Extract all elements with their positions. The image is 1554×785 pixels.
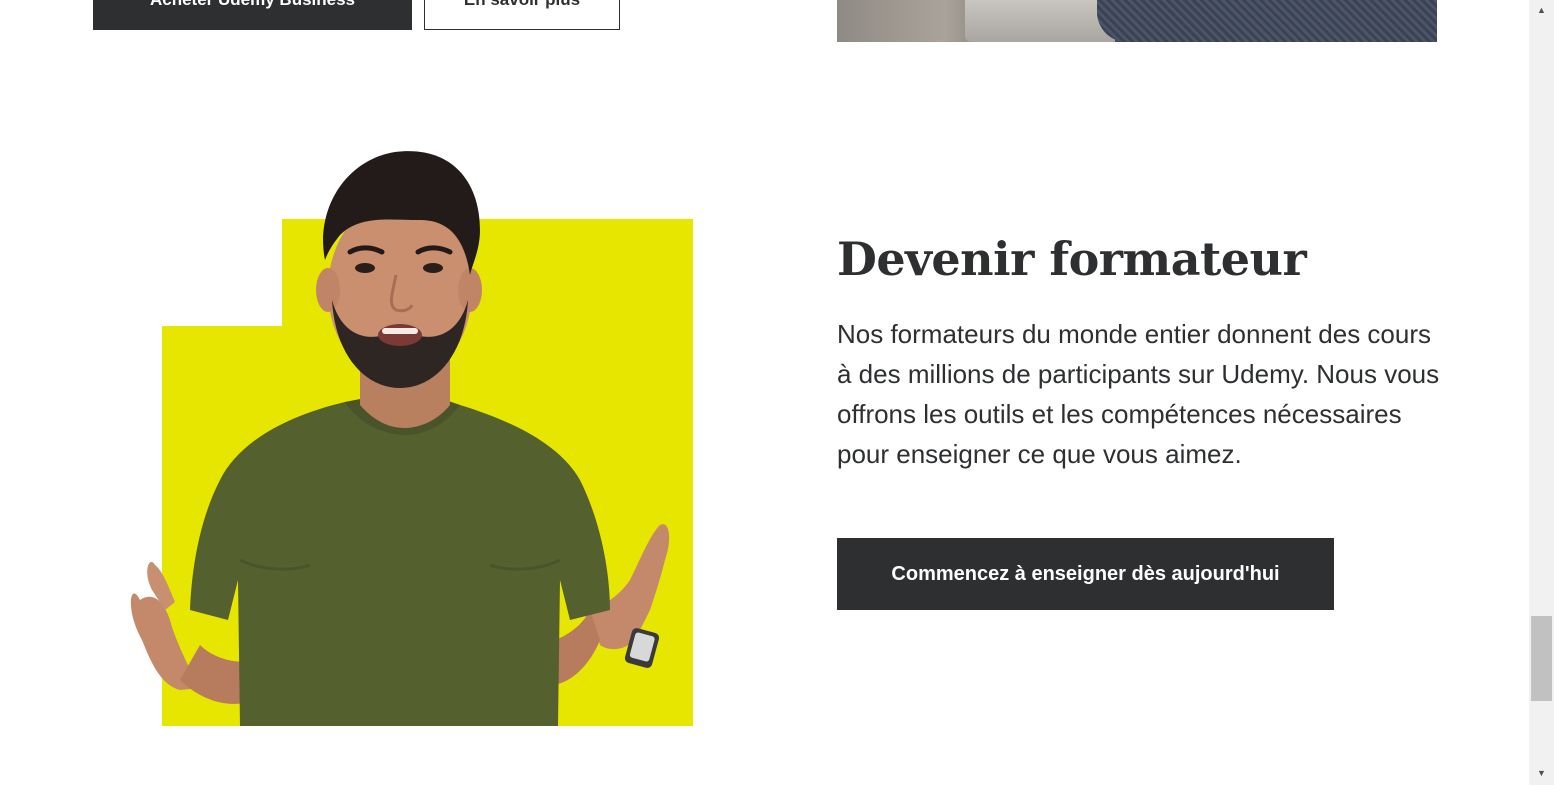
page: Acheter Udemy Business En savoir plus: [0, 0, 1554, 785]
vertical-scrollbar[interactable]: ▲ ▼: [1529, 0, 1554, 785]
laptop-shape: [965, 0, 1115, 42]
learn-more-button[interactable]: En savoir plus: [424, 0, 620, 30]
start-teaching-button[interactable]: Commencez à enseigner dès aujourd'hui: [837, 538, 1334, 610]
buy-udemy-business-button[interactable]: Acheter Udemy Business: [93, 0, 412, 30]
scroll-down-icon[interactable]: ▼: [1529, 761, 1554, 785]
section-description: Nos formateurs du monde entier donnent d…: [837, 319, 1440, 469]
scrollbar-thumb[interactable]: [1531, 616, 1552, 701]
instructor-photo: [130, 151, 670, 726]
business-photo: [837, 0, 1437, 42]
sleeve-shape: [1097, 0, 1437, 42]
scroll-up-icon[interactable]: ▲: [1529, 0, 1554, 20]
section-title: Devenir formateur: [837, 232, 1307, 286]
